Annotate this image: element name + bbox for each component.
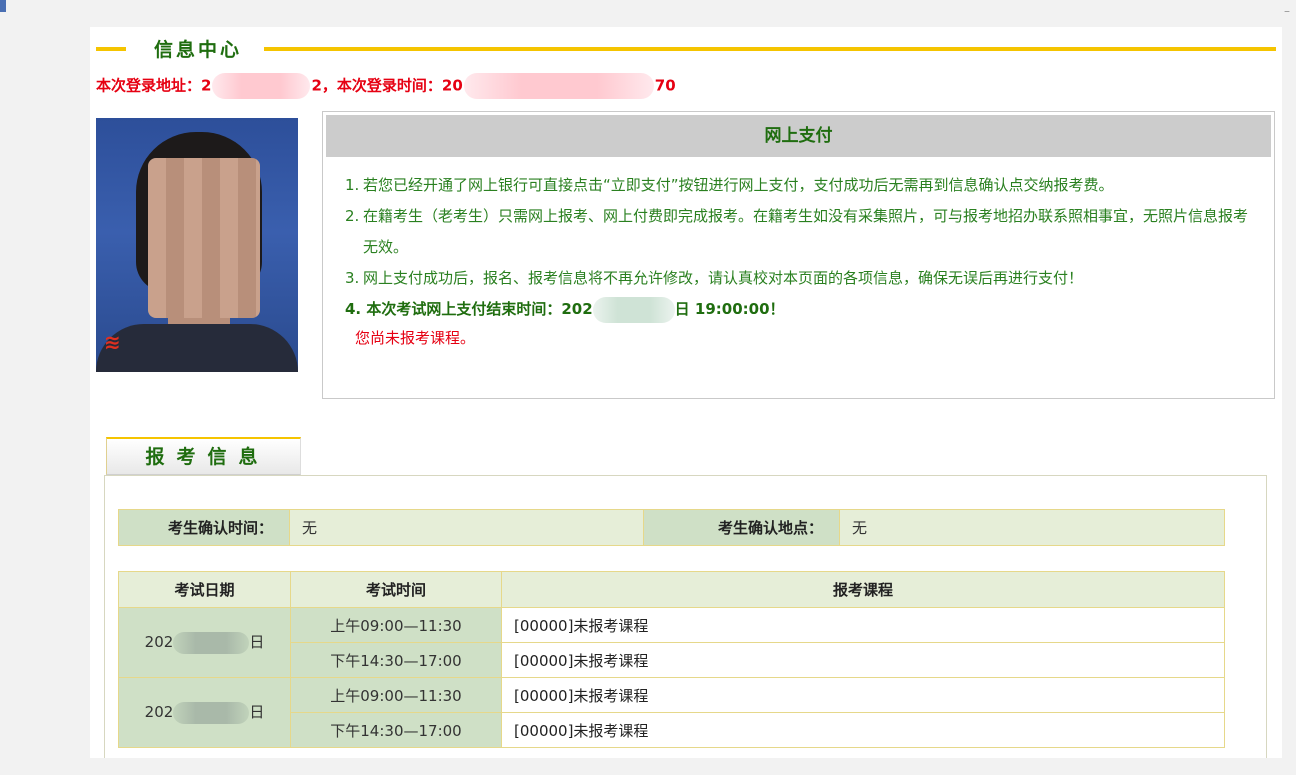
table-row: 202 日 上午09:00—11:30 [00000]未报考课程 — [118, 607, 1225, 678]
exam-time-cell: 下午14:30—17:00 — [290, 712, 502, 748]
browser-top-bar: – — [0, 0, 1296, 22]
confirm-time-label: 考生确认时间： — [118, 509, 290, 546]
item-text: 在籍考生（老考生）只需网上报考、网上付费即完成报考。在籍考生如没有采集照片，可与… — [363, 207, 1249, 256]
item-number: 2. — [345, 207, 360, 225]
redacted-exam-date — [173, 701, 250, 724]
info-center-page: 信息中心 本次登录地址：2 2，本次登录时间：20 70 ≋ 网上支付 1. 若您已… — [90, 27, 1282, 758]
no-course-notice: 您尚未报考课程。 — [355, 329, 476, 347]
minimize-icon[interactable]: – — [1284, 4, 1290, 18]
deadline-suffix: 日 19:00:00！ — [674, 300, 785, 318]
exam-date-cell: 202 日 — [118, 607, 291, 678]
confirm-time-value: 无 — [289, 509, 644, 546]
deadline-prefix: 4. 本次考试网上支付结束时间：202 — [345, 300, 593, 318]
table-row: 202 日 上午09:00—11:30 [00000]未报考课程 — [118, 677, 1225, 748]
table-header-row: 考试日期 考试时间 报考课程 — [118, 571, 1225, 608]
item-number: 1. — [345, 176, 360, 194]
exam-time-cell: 下午14:30—17:00 — [290, 642, 502, 678]
exam-time-cell: 上午09:00—11:30 — [290, 677, 502, 713]
confirm-info-table: 考生确认时间： 无 考生确认地点： 无 — [118, 509, 1225, 546]
redacted-date — [592, 296, 675, 323]
date-suffix: 日 — [249, 633, 265, 652]
section-header: 信息中心 — [96, 35, 1276, 61]
tab-registration-info[interactable]: 报考信息 — [106, 437, 301, 475]
header-exam-date: 考试日期 — [118, 571, 291, 608]
payment-title: 网上支付 — [326, 115, 1271, 157]
date-suffix: 日 — [249, 703, 265, 722]
payment-instructions: 1. 若您已经开通了网上银行可直接点击“立即支付”按钮进行网上支付，支付成功后无… — [345, 170, 1260, 351]
redacted-exam-date — [173, 631, 250, 654]
login-address-suffix: 2，本次登录时间：20 — [311, 76, 463, 95]
online-payment-panel: 网上支付 1. 若您已经开通了网上银行可直接点击“立即支付”按钮进行网上支付，支… — [322, 111, 1275, 399]
window-corner-icon — [0, 0, 6, 12]
login-info: 本次登录地址：2 2，本次登录时间：20 70 — [96, 73, 676, 99]
course-cell: [00000]未报考课程 — [501, 677, 1225, 713]
candidate-photo: ≋ — [96, 118, 298, 372]
course-cell: [00000]未报考课程 — [501, 712, 1225, 748]
confirm-place-label: 考生确认地点： — [643, 509, 840, 546]
exam-date-cell: 202 日 — [118, 677, 291, 748]
redacted-address — [212, 73, 311, 99]
exam-schedule-table: 考试日期 考试时间 报考课程 202 日 上午09:00—11:30 [00000… — [118, 571, 1225, 748]
login-time-suffix: 70 — [654, 76, 676, 95]
date-prefix: 202 — [144, 703, 174, 722]
item-number: 3. — [345, 269, 360, 287]
header-line-left — [96, 47, 126, 51]
date-prefix: 202 — [144, 633, 174, 652]
course-cell: [00000]未报考课程 — [501, 607, 1225, 643]
pixelated-face — [148, 158, 260, 318]
item-text: 网上支付成功后，报名、报考信息将不再允许修改，请认真校对本页面的各项信息，确保无… — [363, 269, 1084, 287]
exam-time-cell: 上午09:00—11:30 — [290, 607, 502, 643]
course-cell: [00000]未报考课程 — [501, 642, 1225, 678]
payment-item-3: 3. 网上支付成功后，报名、报考信息将不再允许修改，请认真校对本页面的各项信息，… — [345, 263, 1260, 294]
section-title: 信息中心 — [154, 39, 243, 61]
photo-logo-icon: ≋ — [104, 330, 121, 354]
payment-item-1: 1. 若您已经开通了网上银行可直接点击“立即支付”按钮进行网上支付，支付成功后无… — [345, 170, 1260, 201]
payment-deadline: 4. 本次考试网上支付结束时间：202 日 19:00:00！ — [345, 294, 1260, 325]
header-line-right — [264, 47, 1276, 51]
login-address-prefix: 本次登录地址：2 — [96, 76, 212, 95]
redacted-time — [463, 73, 654, 99]
header-course: 报考课程 — [501, 571, 1225, 608]
confirm-place-value: 无 — [839, 509, 1225, 546]
item-text: 若您已经开通了网上银行可直接点击“立即支付”按钮进行网上支付，支付成功后无需再到… — [363, 176, 1114, 194]
header-exam-time: 考试时间 — [290, 571, 502, 608]
photo-shirt — [96, 324, 298, 372]
payment-item-2: 2. 在籍考生（老考生）只需网上报考、网上付费即完成报考。在籍考生如没有采集照片… — [345, 201, 1260, 263]
